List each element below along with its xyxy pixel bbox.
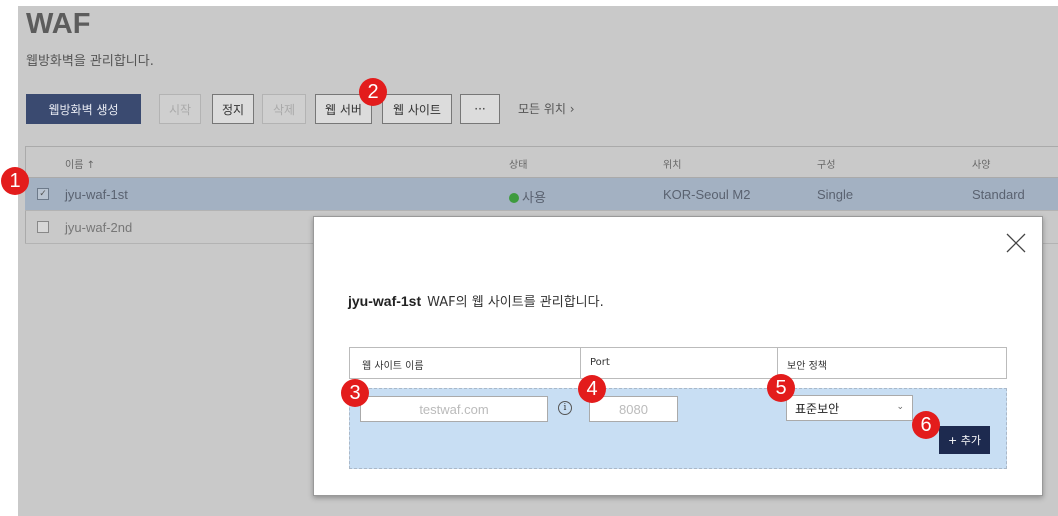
more-button[interactable]: ···: [460, 94, 500, 124]
info-icon[interactable]: i: [558, 401, 572, 415]
column-policy: 보안 정책: [787, 361, 827, 372]
step-badge-5: 5: [767, 374, 795, 402]
dialog-description: WAF의 웹 사이트를 관리합니다.: [427, 295, 604, 310]
web-site-dialog: jyu-waf-1st WAF의 웹 사이트를 관리합니다. 웹 사이트 이름 P…: [313, 216, 1043, 496]
page-title: WAF: [26, 8, 91, 40]
site-input-row: testwaf.com i 8080 표준보안 ⌄ + 추가: [349, 388, 1007, 469]
stop-button[interactable]: 정지: [212, 94, 254, 124]
row-spec: Standard: [972, 187, 1025, 202]
dialog-heading: jyu-waf-1st WAF의 웹 사이트를 관리합니다.: [348, 291, 604, 310]
column-port: Port: [590, 357, 610, 368]
site-name-input[interactable]: testwaf.com: [360, 396, 548, 422]
create-waf-button[interactable]: 웹방화벽 생성: [26, 94, 141, 124]
status-dot-icon: [509, 193, 519, 203]
table-row[interactable]: ✓ jyu-waf-1st 사용 KOR-Seoul M2 Single Sta…: [25, 178, 1058, 211]
step-badge-1: 1: [1, 167, 29, 195]
port-input[interactable]: 8080: [589, 396, 678, 422]
step-badge-6: 6: [912, 411, 940, 439]
start-button[interactable]: 시작: [159, 94, 201, 124]
close-icon[interactable]: [1004, 231, 1028, 255]
column-divider: [580, 348, 581, 378]
step-badge-3: 3: [341, 379, 369, 407]
column-name[interactable]: 이름 ↑: [65, 156, 95, 171]
column-site-name: 웹 사이트 이름: [362, 361, 424, 372]
web-site-button[interactable]: 웹 사이트: [382, 94, 452, 124]
row-checkbox[interactable]: [37, 221, 49, 233]
add-site-button[interactable]: + 추가: [939, 426, 990, 454]
chevron-down-icon: ⌄: [896, 402, 904, 412]
row-status: 사용: [509, 187, 546, 206]
step-badge-2: 2: [359, 78, 387, 106]
column-spec[interactable]: 사양: [972, 156, 990, 171]
row-status-label: 사용: [522, 190, 546, 205]
row-name[interactable]: jyu-waf-1st: [65, 187, 128, 202]
column-status[interactable]: 상태: [509, 156, 527, 171]
row-location: KOR-Seoul M2: [663, 187, 751, 202]
site-table-header: 웹 사이트 이름 Port 보안 정책: [349, 347, 1007, 379]
column-config[interactable]: 구성: [817, 156, 835, 171]
table-header: 이름 ↑ 상태 위치 구성 사양: [25, 146, 1058, 178]
page-subtitle: 웹방화벽을 관리합니다.: [26, 54, 154, 69]
row-config: Single: [817, 187, 854, 202]
delete-button[interactable]: 삭제: [262, 94, 306, 124]
policy-selected-value: 표준보안: [795, 401, 840, 416]
location-filter-link[interactable]: 모든 위치 ›: [518, 100, 575, 117]
row-name[interactable]: jyu-waf-2nd: [65, 220, 132, 235]
row-checkbox[interactable]: ✓: [37, 188, 49, 200]
step-badge-4: 4: [578, 375, 606, 403]
security-policy-select[interactable]: 표준보안 ⌄: [786, 395, 913, 421]
column-location[interactable]: 위치: [663, 156, 681, 171]
dialog-waf-name: jyu-waf-1st: [348, 293, 422, 309]
